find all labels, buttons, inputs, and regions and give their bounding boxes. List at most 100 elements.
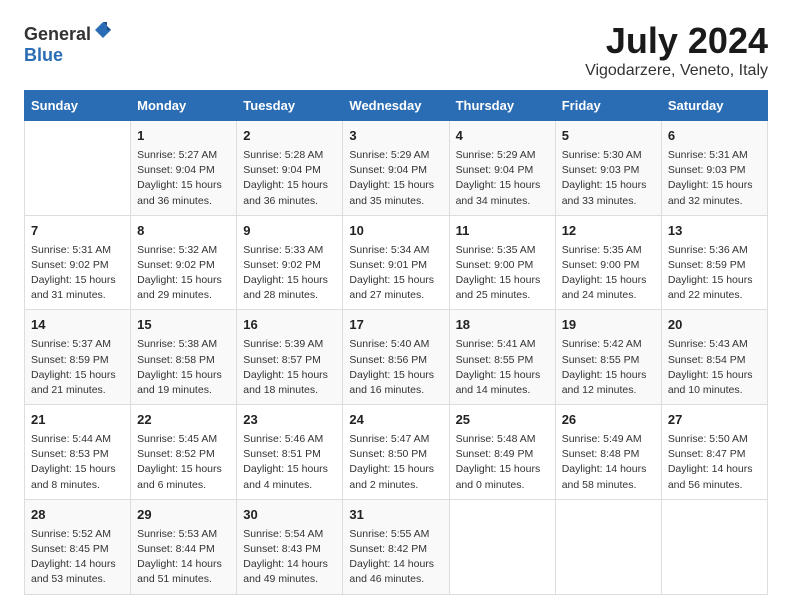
day-cell: 5 Sunrise: 5:30 AM Sunset: 9:03 PM Daylig…	[555, 121, 661, 216]
cell-content: Sunrise: 5:53 AM Sunset: 8:44 PM Dayligh…	[137, 527, 230, 588]
cell-content: Sunrise: 5:29 AM Sunset: 9:04 PM Dayligh…	[456, 148, 549, 209]
day-number: 14	[31, 316, 124, 335]
header-cell-saturday: Saturday	[661, 91, 767, 121]
day-number: 15	[137, 316, 230, 335]
day-number: 1	[137, 127, 230, 146]
day-number: 3	[349, 127, 442, 146]
day-number: 29	[137, 506, 230, 525]
cell-content: Sunrise: 5:45 AM Sunset: 8:52 PM Dayligh…	[137, 432, 230, 493]
page-header: General Blue July 2024 Vigodarzere, Vene…	[24, 20, 768, 80]
logo-blue-text: Blue	[24, 45, 63, 65]
day-number: 9	[243, 222, 336, 241]
cell-content: Sunrise: 5:44 AM Sunset: 8:53 PM Dayligh…	[31, 432, 124, 493]
week-row-5: 28 Sunrise: 5:52 AM Sunset: 8:45 PM Dayli…	[25, 499, 768, 594]
day-number: 6	[668, 127, 761, 146]
logo: General Blue	[24, 20, 113, 66]
day-cell: 20Sunrise: 5:43 AM Sunset: 8:54 PM Dayli…	[661, 310, 767, 405]
day-cell: 3 Sunrise: 5:29 AM Sunset: 9:04 PM Daylig…	[343, 121, 449, 216]
header-cell-thursday: Thursday	[449, 91, 555, 121]
day-number: 21	[31, 411, 124, 430]
cell-content: Sunrise: 5:39 AM Sunset: 8:57 PM Dayligh…	[243, 337, 336, 398]
cell-content: Sunrise: 5:37 AM Sunset: 8:59 PM Dayligh…	[31, 337, 124, 398]
month-year-title: July 2024	[585, 20, 768, 62]
day-cell: 26 Sunrise: 5:49 AM Sunset: 8:48 PM Dayli…	[555, 405, 661, 500]
day-cell: 2 Sunrise: 5:28 AM Sunset: 9:04 PM Daylig…	[237, 121, 343, 216]
cell-content: Sunrise: 5:40 AM Sunset: 8:56 PM Dayligh…	[349, 337, 442, 398]
week-row-3: 14 Sunrise: 5:37 AM Sunset: 8:59 PM Dayli…	[25, 310, 768, 405]
day-cell: 30 Sunrise: 5:54 AM Sunset: 8:43 PM Dayli…	[237, 499, 343, 594]
day-number: 26	[562, 411, 655, 430]
logo-icon	[93, 20, 113, 40]
cell-content: Sunrise: 5:27 AM Sunset: 9:04 PM Dayligh…	[137, 148, 230, 209]
day-cell	[25, 121, 131, 216]
cell-content: Sunrise: 5:52 AM Sunset: 8:45 PM Dayligh…	[31, 527, 124, 588]
cell-content: Sunrise: 5:32 AM Sunset: 9:02 PM Dayligh…	[137, 243, 230, 304]
cell-content: Sunrise: 5:55 AM Sunset: 8:42 PM Dayligh…	[349, 527, 442, 588]
cell-content: Sunrise: 5:31 AM Sunset: 9:03 PM Dayligh…	[668, 148, 761, 209]
day-number: 31	[349, 506, 442, 525]
day-cell: 10Sunrise: 5:34 AM Sunset: 9:01 PM Dayli…	[343, 215, 449, 310]
week-row-4: 21 Sunrise: 5:44 AM Sunset: 8:53 PM Dayli…	[25, 405, 768, 500]
day-cell: 11 Sunrise: 5:35 AM Sunset: 9:00 PM Dayli…	[449, 215, 555, 310]
day-number: 2	[243, 127, 336, 146]
cell-content: Sunrise: 5:43 AM Sunset: 8:54 PM Dayligh…	[668, 337, 761, 398]
calendar-table: SundayMondayTuesdayWednesdayThursdayFrid…	[24, 90, 768, 595]
day-number: 27	[668, 411, 761, 430]
day-cell: 31 Sunrise: 5:55 AM Sunset: 8:42 PM Dayli…	[343, 499, 449, 594]
day-number: 10	[349, 222, 442, 241]
cell-content: Sunrise: 5:47 AM Sunset: 8:50 PM Dayligh…	[349, 432, 442, 493]
header-cell-friday: Friday	[555, 91, 661, 121]
day-cell	[449, 499, 555, 594]
cell-content: Sunrise: 5:50 AM Sunset: 8:47 PM Dayligh…	[668, 432, 761, 493]
week-row-2: 7Sunrise: 5:31 AM Sunset: 9:02 PM Daylig…	[25, 215, 768, 310]
cell-content: Sunrise: 5:54 AM Sunset: 8:43 PM Dayligh…	[243, 527, 336, 588]
cell-content: Sunrise: 5:35 AM Sunset: 9:00 PM Dayligh…	[562, 243, 655, 304]
day-cell: 4 Sunrise: 5:29 AM Sunset: 9:04 PM Daylig…	[449, 121, 555, 216]
day-number: 23	[243, 411, 336, 430]
calendar-body: 1 Sunrise: 5:27 AM Sunset: 9:04 PM Daylig…	[25, 121, 768, 595]
day-cell: 27 Sunrise: 5:50 AM Sunset: 8:47 PM Dayli…	[661, 405, 767, 500]
day-number: 28	[31, 506, 124, 525]
title-block: July 2024 Vigodarzere, Veneto, Italy	[585, 20, 768, 80]
cell-content: Sunrise: 5:48 AM Sunset: 8:49 PM Dayligh…	[456, 432, 549, 493]
day-cell: 15 Sunrise: 5:38 AM Sunset: 8:58 PM Dayli…	[131, 310, 237, 405]
location-text: Vigodarzere, Veneto, Italy	[585, 62, 768, 80]
day-cell: 19Sunrise: 5:42 AM Sunset: 8:55 PM Dayli…	[555, 310, 661, 405]
calendar-header: SundayMondayTuesdayWednesdayThursdayFrid…	[25, 91, 768, 121]
day-cell: 25 Sunrise: 5:48 AM Sunset: 8:49 PM Dayli…	[449, 405, 555, 500]
day-cell	[661, 499, 767, 594]
cell-content: Sunrise: 5:49 AM Sunset: 8:48 PM Dayligh…	[562, 432, 655, 493]
header-cell-monday: Monday	[131, 91, 237, 121]
week-row-1: 1 Sunrise: 5:27 AM Sunset: 9:04 PM Daylig…	[25, 121, 768, 216]
cell-content: Sunrise: 5:31 AM Sunset: 9:02 PM Dayligh…	[31, 243, 124, 304]
day-number: 22	[137, 411, 230, 430]
day-cell: 13 Sunrise: 5:36 AM Sunset: 8:59 PM Dayli…	[661, 215, 767, 310]
day-number: 24	[349, 411, 442, 430]
logo-general-text: General	[24, 24, 91, 44]
cell-content: Sunrise: 5:35 AM Sunset: 9:00 PM Dayligh…	[456, 243, 549, 304]
day-cell: 16 Sunrise: 5:39 AM Sunset: 8:57 PM Dayli…	[237, 310, 343, 405]
day-cell: 12Sunrise: 5:35 AM Sunset: 9:00 PM Dayli…	[555, 215, 661, 310]
cell-content: Sunrise: 5:38 AM Sunset: 8:58 PM Dayligh…	[137, 337, 230, 398]
day-cell	[555, 499, 661, 594]
day-number: 4	[456, 127, 549, 146]
day-number: 5	[562, 127, 655, 146]
day-number: 11	[456, 222, 549, 241]
cell-content: Sunrise: 5:28 AM Sunset: 9:04 PM Dayligh…	[243, 148, 336, 209]
day-number: 18	[456, 316, 549, 335]
day-number: 25	[456, 411, 549, 430]
day-cell: 8Sunrise: 5:32 AM Sunset: 9:02 PM Daylig…	[131, 215, 237, 310]
day-number: 13	[668, 222, 761, 241]
header-cell-wednesday: Wednesday	[343, 91, 449, 121]
day-cell: 9Sunrise: 5:33 AM Sunset: 9:02 PM Daylig…	[237, 215, 343, 310]
day-cell: 23Sunrise: 5:46 AM Sunset: 8:51 PM Dayli…	[237, 405, 343, 500]
day-number: 30	[243, 506, 336, 525]
header-row: SundayMondayTuesdayWednesdayThursdayFrid…	[25, 91, 768, 121]
cell-content: Sunrise: 5:29 AM Sunset: 9:04 PM Dayligh…	[349, 148, 442, 209]
cell-content: Sunrise: 5:41 AM Sunset: 8:55 PM Dayligh…	[456, 337, 549, 398]
day-number: 16	[243, 316, 336, 335]
day-number: 19	[562, 316, 655, 335]
cell-content: Sunrise: 5:30 AM Sunset: 9:03 PM Dayligh…	[562, 148, 655, 209]
cell-content: Sunrise: 5:36 AM Sunset: 8:59 PM Dayligh…	[668, 243, 761, 304]
day-cell: 29 Sunrise: 5:53 AM Sunset: 8:44 PM Dayli…	[131, 499, 237, 594]
